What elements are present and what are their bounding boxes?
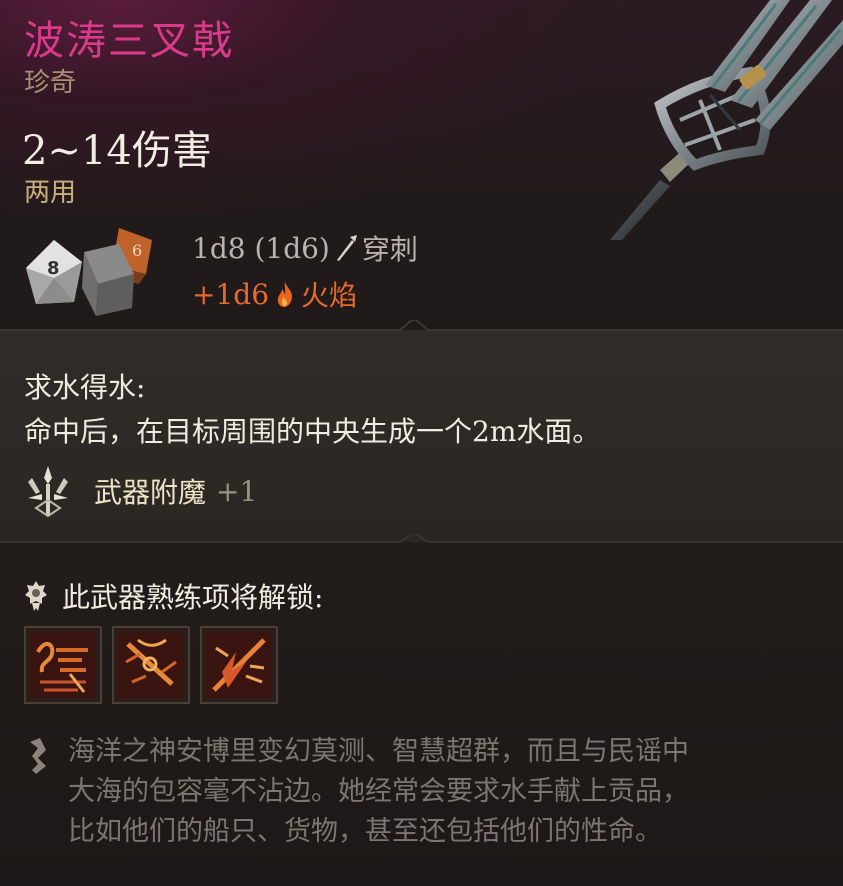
bonus-damage-row: +1d6 火焰	[192, 274, 357, 314]
flavor-text: 海洋之神安博里变幻莫测、智慧超群，而且与民谣中 大海的包容毫不沾边。她经常会要求…	[68, 732, 689, 852]
primary-damage-dice: 1d8 (1d6)	[192, 231, 330, 265]
proficiency-badge-icon	[25, 581, 47, 611]
proficiency-header: 此武器熟练项将解锁:	[24, 576, 323, 616]
primary-damage-row: 1d8 (1d6) 穿刺	[192, 228, 418, 268]
primary-damage-type: 穿刺	[361, 233, 418, 266]
action-list	[24, 626, 278, 704]
d8-icon: 8	[26, 240, 82, 304]
enchantment-label: 武器附魔	[94, 476, 207, 509]
action-weapon-flurry-icon	[206, 632, 272, 698]
item-name: 波涛三叉戟	[24, 18, 234, 64]
damage-dice-icon: 6 8	[26, 228, 152, 316]
proficiency-title: 此武器熟练项将解锁:	[62, 581, 324, 614]
d8-face-label: 8	[47, 258, 60, 279]
tooltip-header: 波涛三叉戟 珍奇 2~14伤害 两用 6 8 1d8 (1d6) 穿刺 +1d6…	[0, 0, 843, 330]
section-divider	[0, 320, 843, 331]
passive-description: 命中后，在目标周围的中央生成一个2m水面。	[24, 415, 601, 448]
weapon-enchantment-icon	[28, 466, 68, 518]
d6-face-label: 6	[132, 241, 142, 260]
handedness-label: 两用	[24, 178, 77, 208]
section-divider	[0, 534, 843, 543]
piercing-icon	[336, 235, 357, 261]
action-weapon-lunge-icon	[30, 632, 96, 698]
trident-weapon-image	[610, 0, 843, 240]
flavor-line: 海洋之神安博里变幻莫测、智慧超群，而且与民谣中	[68, 736, 689, 767]
lore-quill-icon	[30, 738, 46, 774]
damage-range: 2~14伤害	[22, 128, 212, 174]
passive-section: 求水得水: 命中后，在目标周围的中央生成一个2m水面。 武器附魔 +1	[0, 330, 843, 542]
flavor-text-block: 海洋之神安博里变幻莫测、智慧超群，而且与民谣中 大海的包容毫不沾边。她经常会要求…	[26, 732, 689, 852]
flavor-line: 比如他们的船只、货物，甚至还包括他们的性命。	[68, 816, 662, 847]
action-slot-2[interactable]	[112, 626, 190, 704]
passive-title: 求水得水:	[24, 371, 146, 404]
flavor-line: 大海的包容毫不沾边。她经常会要求水手献上贡品，	[68, 776, 689, 807]
enchantment-value: +1	[216, 474, 258, 508]
fire-icon	[277, 282, 293, 307]
bonus-damage-type: 火焰	[301, 279, 358, 312]
item-tooltip: 波涛三叉戟 珍奇 2~14伤害 两用 6 8 1d8 (1d6) 穿刺 +1d6…	[0, 0, 843, 886]
proficiency-section: 此武器熟练项将解锁: 海洋之神安博里变幻莫测、智慧超群，而且与民谣中 大海的包容…	[0, 542, 843, 886]
action-slot-1[interactable]	[24, 626, 102, 704]
action-weapon-strike-icon	[118, 632, 184, 698]
bonus-damage-dice: +1d6	[192, 277, 270, 311]
action-slot-3[interactable]	[200, 626, 278, 704]
enchantment-row: 武器附魔 +1	[22, 464, 257, 518]
item-rarity: 珍奇	[24, 68, 77, 98]
